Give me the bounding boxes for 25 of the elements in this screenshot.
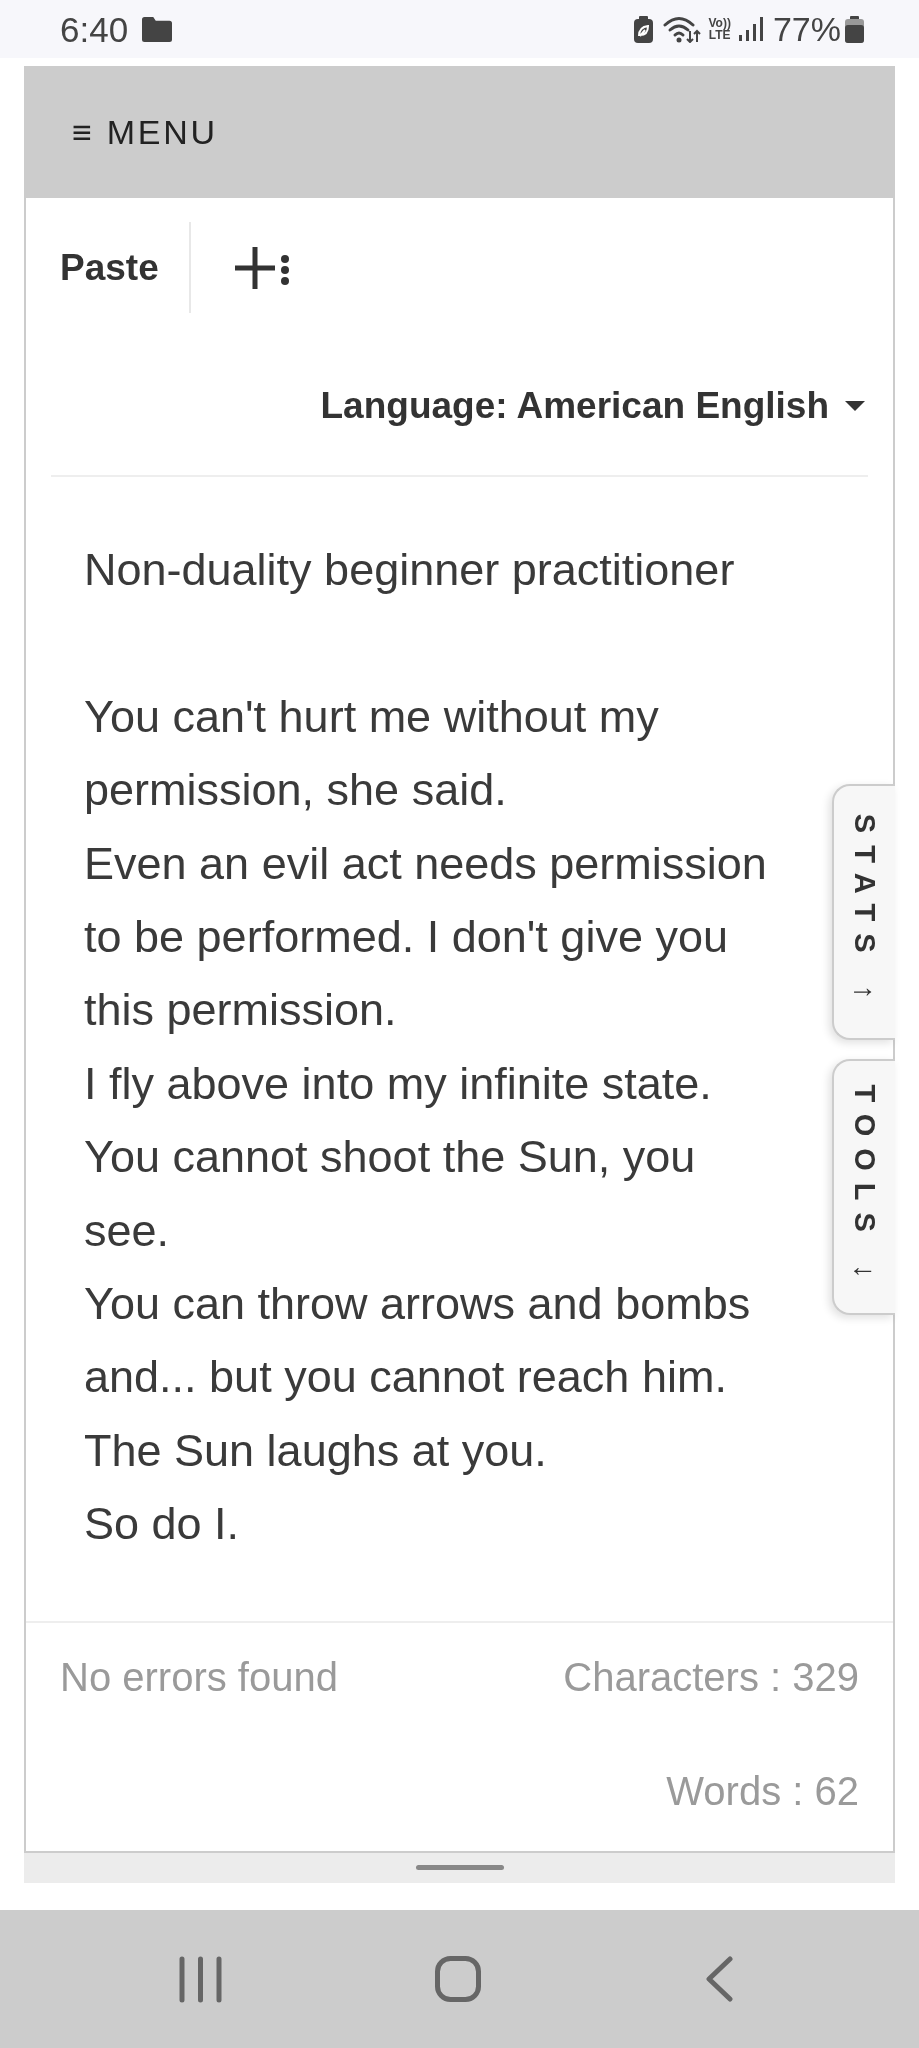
language-dropdown[interactable]: Language: American English <box>320 381 865 431</box>
word-count: Words : 62 <box>666 1767 859 1814</box>
side-tab[interactable]: TOOLS ↓ <box>832 1059 895 1315</box>
menu-button[interactable]: ≡ MENU <box>72 115 218 149</box>
battery-icon <box>845 15 864 43</box>
caret-icon <box>845 401 865 411</box>
back-icon[interactable] <box>705 1956 733 2002</box>
drag-handle-icon <box>415 1865 504 1871</box>
network-label: LTE <box>708 29 731 41</box>
wifi-icon <box>662 15 701 43</box>
paste-button[interactable]: Paste <box>26 222 189 313</box>
recents-icon[interactable] <box>179 1955 222 2003</box>
folder-icon <box>142 16 173 42</box>
battery-saver-icon <box>633 15 653 43</box>
handle-bar[interactable] <box>24 1852 895 1883</box>
error-status: No errors found <box>60 1653 338 1700</box>
text-editor[interactable]: Non-duality beginner practitioner You can't hurt me without my permission, she said. Even an evil act needs permission to be performed. I don't give you this permission. I fly above into my infinite state. You cannot shoot the Sun, you see. You can throw arrows and bombs and... but you cannot reach him. The Sun laughs at you. So do I. <box>84 533 789 1561</box>
plus-dots-icon[interactable] <box>234 246 290 289</box>
home-icon[interactable] <box>435 1956 481 2002</box>
clock-time: 6:40 <box>60 11 129 47</box>
character-count: Characters : 329 <box>563 1653 859 1700</box>
battery-percentage: 77% <box>772 12 841 46</box>
signal-icon <box>738 17 765 41</box>
side-tab[interactable]: STATS ↑ <box>832 784 895 1040</box>
network-label: Vo)) <box>708 17 731 29</box>
